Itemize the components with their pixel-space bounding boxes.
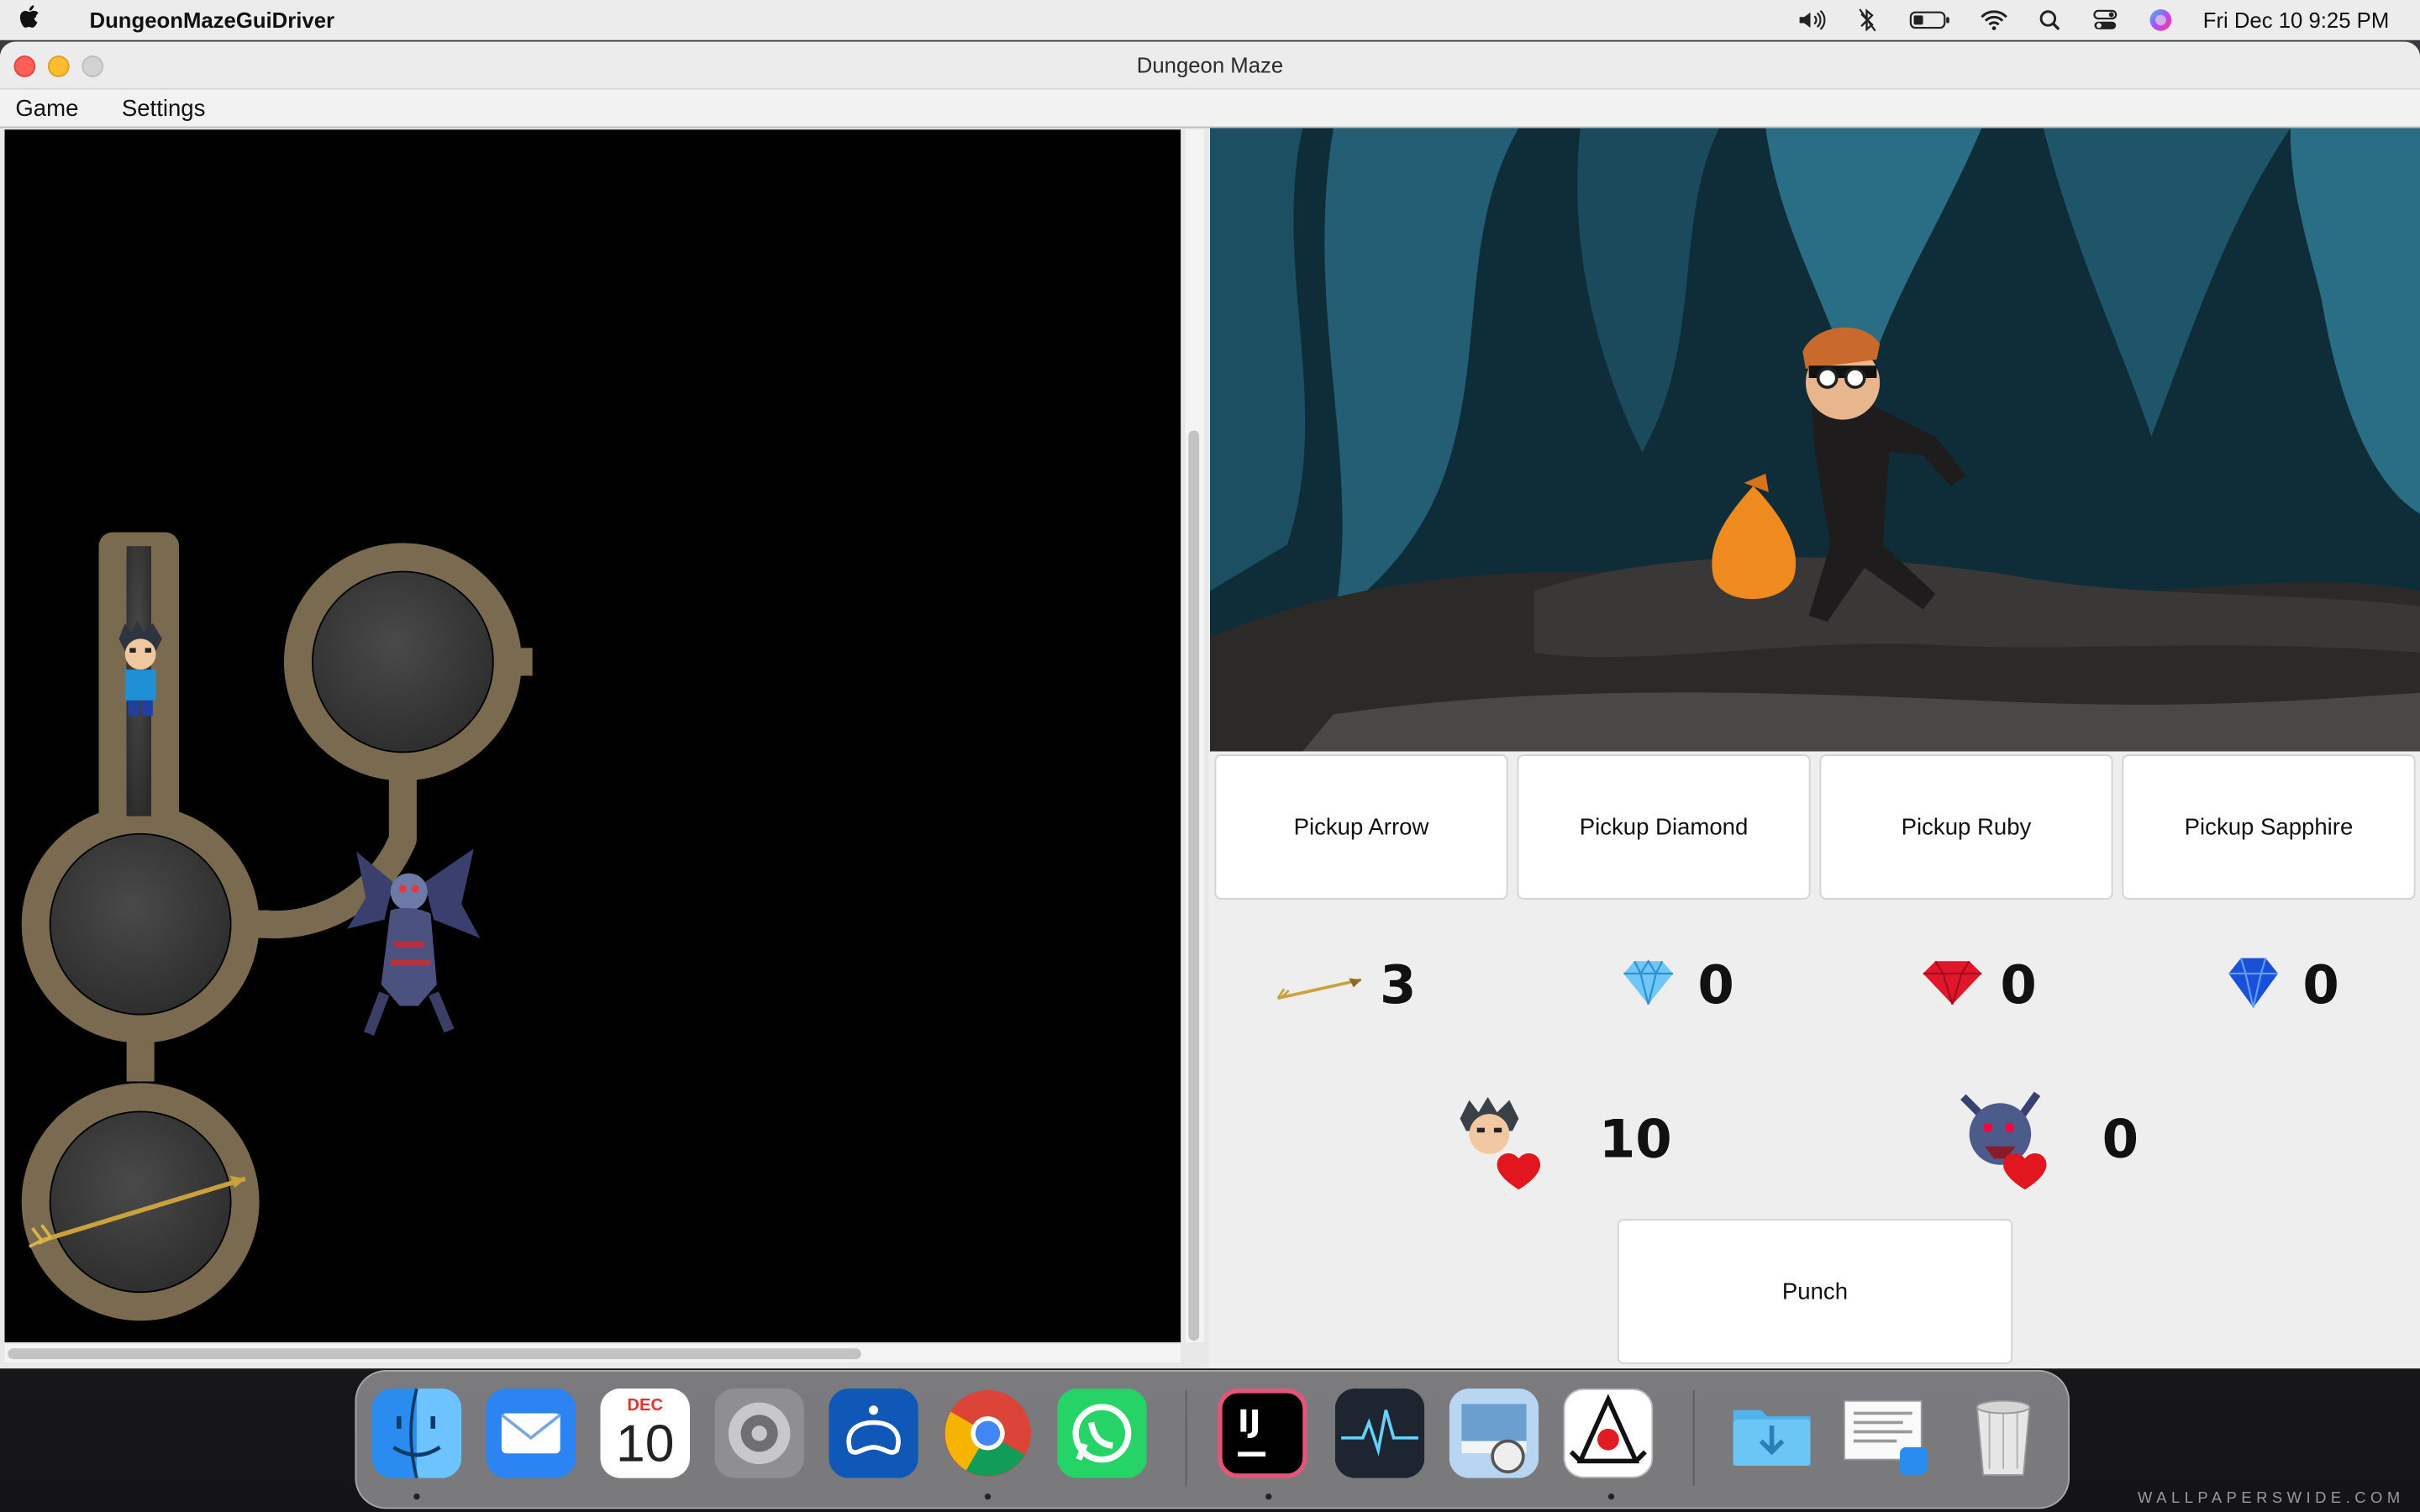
activity-monitor-icon[interactable]: [1334, 1389, 1425, 1478]
maze-vertical-scrollbar[interactable]: [1185, 129, 1204, 1342]
finder-running-indicator: [413, 1493, 420, 1500]
search-icon[interactable]: [2036, 9, 2064, 31]
chrome-icon[interactable]: [943, 1389, 1033, 1478]
dock: DEC 10 IJ: [355, 1370, 2070, 1509]
maze-map: [21, 532, 533, 1321]
diamond-count: 0: [1697, 954, 1734, 1017]
wifi-icon[interactable]: [1981, 9, 2008, 31]
system-preferences-icon[interactable]: [714, 1389, 804, 1478]
whatsapp-icon[interactable]: [1057, 1389, 1147, 1478]
pickup-arrow-button[interactable]: Pickup Arrow: [1214, 754, 1508, 900]
intellij-running-indicator: [1265, 1493, 1272, 1500]
ruby-icon: [1920, 958, 1985, 1016]
menu-game[interactable]: Game: [15, 95, 78, 121]
monster-sprite: [347, 848, 481, 1036]
java-app-icon[interactable]: [1563, 1389, 1654, 1478]
maze-view: [4, 129, 1181, 1342]
preview-icon[interactable]: [1449, 1389, 1539, 1478]
hero-health-icon: [1457, 1096, 1547, 1197]
pickup-buttons: Pickup Arrow Pickup Diamond Pickup Ruby …: [1214, 754, 2419, 900]
steam-link-icon[interactable]: [829, 1389, 918, 1478]
documents-stack-icon[interactable]: [1841, 1389, 1931, 1478]
chrome-running-indicator: [984, 1493, 992, 1500]
room-scene-image: [1210, 128, 2420, 752]
punch-button[interactable]: Punch: [1617, 1219, 2013, 1364]
finder-icon[interactable]: [371, 1389, 462, 1478]
active-app-name[interactable]: DungeonMazeGuiDriver: [90, 8, 334, 32]
calendar-day: 10: [616, 1415, 675, 1474]
window-title: Dungeon Maze: [1136, 52, 1284, 77]
apple-icon[interactable]: [0, 4, 59, 37]
intellij-label: IJ: [1238, 1402, 1261, 1440]
intellij-underscore: [1238, 1452, 1266, 1457]
monster-health-icon: [1957, 1091, 2049, 1198]
control-panel: Pickup Arrow Pickup Diamond Pickup Ruby …: [1210, 128, 2420, 1369]
bluetooth-icon[interactable]: [1854, 8, 1882, 32]
vertical-scroll-thumb[interactable]: [1188, 430, 1200, 1341]
diamond-icon: [1621, 958, 1676, 1016]
trash-icon[interactable]: [1959, 1389, 2049, 1478]
pickup-sapphire-button[interactable]: Pickup Sapphire: [2122, 754, 2416, 900]
pickup-diamond-button[interactable]: Pickup Diamond: [1517, 754, 1811, 900]
status-tray: Fri Dec 10 9:25 PM: [1799, 0, 2390, 40]
wallpaper-watermark: WALLPAPERSWIDE.COM: [2138, 1490, 2405, 1508]
maze-horizontal-scrollbar[interactable]: [4, 1343, 1181, 1362]
volume-icon[interactable]: [1799, 9, 1827, 31]
battery-icon[interactable]: [1910, 9, 1953, 31]
calendar-month: DEC: [600, 1389, 691, 1415]
arrow-count: 3: [1380, 954, 1417, 1017]
dock-separator: [1185, 1389, 1187, 1486]
title-bar[interactable]: Dungeon Maze: [0, 41, 2420, 90]
calendar-icon[interactable]: DEC 10: [600, 1389, 691, 1478]
hero-health-value: 10: [1598, 1109, 1672, 1172]
pickup-ruby-button[interactable]: Pickup Ruby: [1819, 754, 2113, 900]
siri-icon[interactable]: [2148, 9, 2175, 31]
menu-settings[interactable]: Settings: [122, 95, 206, 121]
desktop: DungeonMazeGuiDriver Fri Dec 10 9:25 PM …: [0, 0, 2420, 1512]
mail-icon[interactable]: [486, 1389, 576, 1478]
java-running-indicator: [1607, 1493, 1615, 1500]
monster-health-value: 0: [2102, 1109, 2139, 1172]
horizontal-scroll-thumb[interactable]: [8, 1348, 861, 1360]
maze-scroll-pane: [0, 128, 1209, 1369]
mac-menu-bar: DungeonMazeGuiDriver Fri Dec 10 9:25 PM: [0, 0, 2420, 40]
control-center-icon[interactable]: [2091, 9, 2119, 31]
arrow-icon: [1275, 974, 1365, 1012]
ruby-count: 0: [2000, 954, 2037, 1017]
dock-separator: [1692, 1389, 1695, 1486]
app-menu-bar: Game Settings: [0, 89, 2420, 129]
sapphire-count: 0: [2302, 954, 2339, 1017]
intellij-idea-icon[interactable]: IJ: [1218, 1389, 1307, 1478]
sapphire-icon: [2226, 955, 2281, 1018]
dungeon-maze-window: Dungeon Maze Game Settings Pickup Arrow …: [0, 41, 2420, 1369]
clock-label[interactable]: Fri Dec 10 9:25 PM: [2203, 8, 2390, 32]
downloads-folder-icon[interactable]: [1727, 1389, 1817, 1478]
